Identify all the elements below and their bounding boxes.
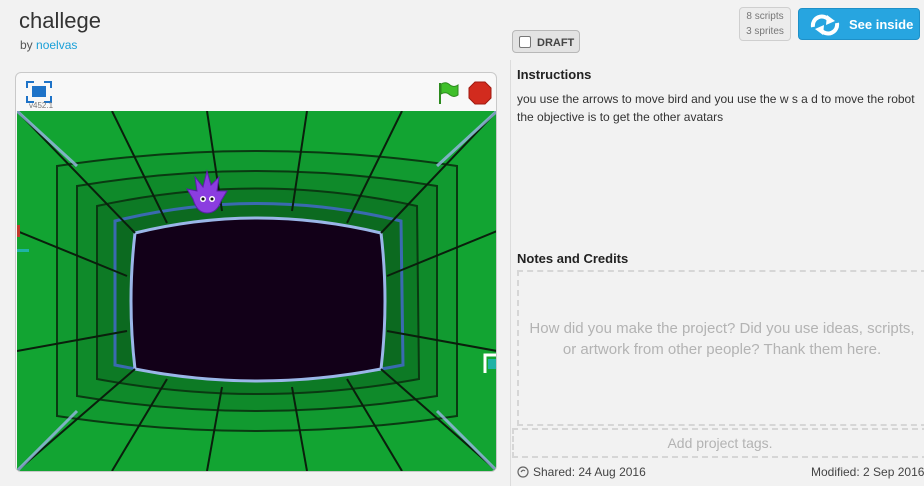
modified-date: Modified: 2 Sep 2016 xyxy=(811,465,924,479)
byline: by noelvas xyxy=(20,38,77,52)
project-title: challege xyxy=(19,8,101,33)
tags-placeholder: Add project tags. xyxy=(667,435,773,451)
tunnel-backdrop xyxy=(16,109,496,471)
notes-placeholder: How did you make the project? Did you us… xyxy=(529,320,915,358)
share-icon xyxy=(517,466,529,478)
draft-toggle[interactable]: DRAFT xyxy=(512,30,580,53)
remix-arrows-icon xyxy=(810,14,840,36)
notes-textarea[interactable]: How did you make the project? Did you us… xyxy=(517,270,924,426)
notes-heading: Notes and Credits xyxy=(517,251,629,266)
robot-sprite[interactable] xyxy=(17,223,31,263)
project-stats: 8 scripts 3 sprites xyxy=(739,7,791,41)
scripts-count: 8 scripts xyxy=(746,11,784,22)
shared-text: Shared: 24 Aug 2016 xyxy=(533,465,646,479)
green-flag-icon[interactable] xyxy=(436,81,460,105)
draft-checkbox[interactable] xyxy=(519,36,531,48)
by-label: by xyxy=(20,38,33,52)
instructions-text[interactable]: you use the arrows to move bird and you … xyxy=(517,90,922,126)
stop-icon[interactable] xyxy=(468,81,492,105)
sprites-count: 3 sprites xyxy=(746,26,784,37)
stage-canvas[interactable] xyxy=(16,109,497,471)
column-divider xyxy=(510,60,511,486)
author-link[interactable]: noelvas xyxy=(36,38,77,52)
project-player: v452.1 xyxy=(15,72,497,472)
shared-date: Shared: 24 Aug 2016 xyxy=(517,465,646,479)
player-version: v452.1 xyxy=(29,101,54,110)
tags-input[interactable]: Add project tags. xyxy=(512,428,924,458)
avatar-sprite[interactable] xyxy=(483,353,497,375)
instructions-heading: Instructions xyxy=(517,67,592,82)
see-inside-label: See inside xyxy=(849,17,914,32)
see-inside-button[interactable]: See inside xyxy=(798,8,920,40)
bird-sprite[interactable] xyxy=(185,169,229,217)
draft-label: DRAFT xyxy=(537,37,575,49)
fullscreen-icon[interactable] xyxy=(26,81,52,103)
